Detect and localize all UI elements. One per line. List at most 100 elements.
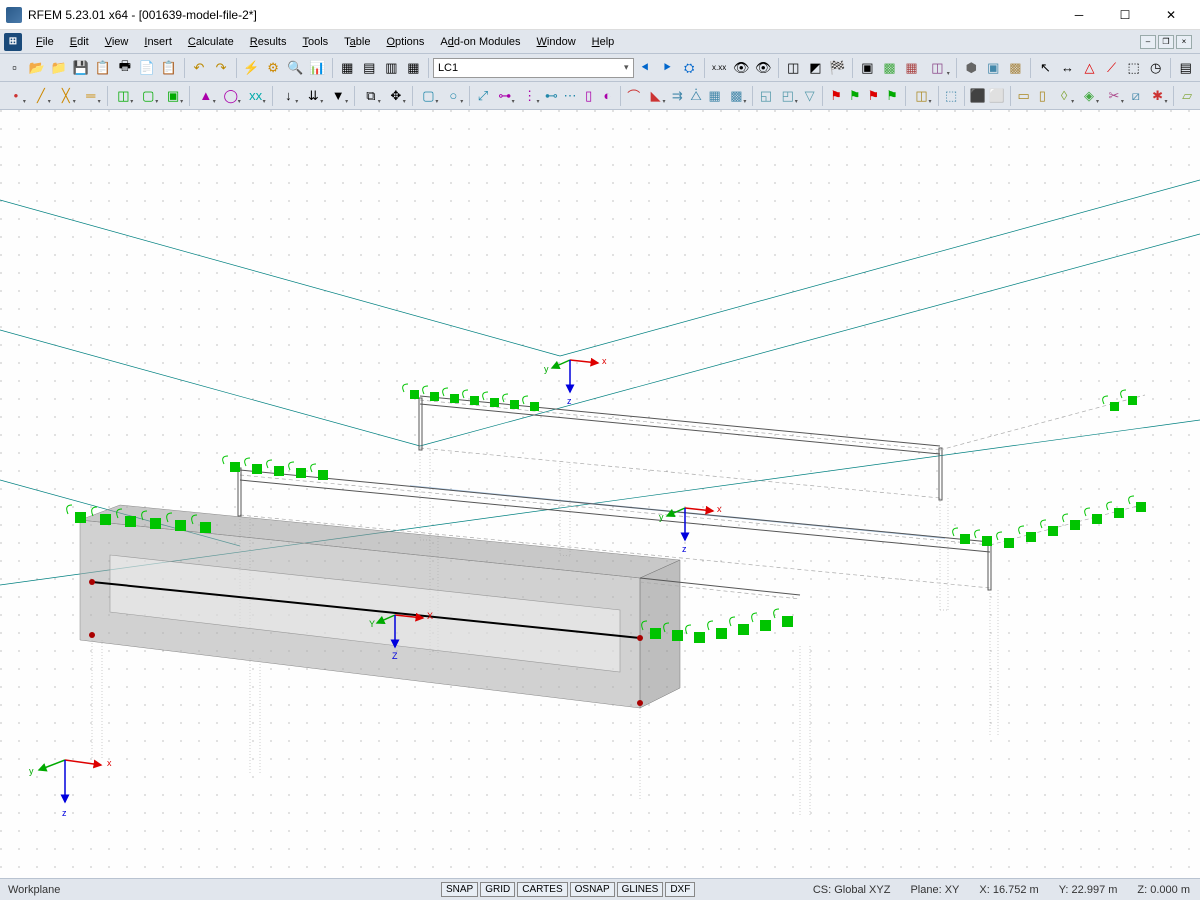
opening-tool-icon[interactable]: ▢	[136, 85, 160, 107]
mesh-icon[interactable]: ◫	[783, 57, 804, 79]
view-front-icon[interactable]: ▭	[1015, 85, 1033, 107]
redo-icon[interactable]: ↷	[211, 57, 232, 79]
section-icon[interactable]: ⧄	[1127, 85, 1145, 107]
opening-icon[interactable]: ◫	[923, 57, 952, 79]
menu-file[interactable]: File	[28, 33, 62, 51]
toggle-cartes[interactable]: CARTES	[517, 882, 567, 897]
module-concrete-icon[interactable]: ▣	[983, 57, 1004, 79]
show-deform-icon[interactable]: 👁	[753, 57, 774, 79]
connect-icon[interactable]: ⊶	[493, 85, 517, 107]
view-xxx-icon[interactable]: x.xx	[709, 57, 730, 79]
filter-icon[interactable]: ▽	[801, 85, 819, 107]
view-side-icon[interactable]: ▯	[1034, 85, 1052, 107]
undo-icon[interactable]: ↶	[188, 57, 209, 79]
module-steel-icon[interactable]: ⬢	[961, 57, 982, 79]
surfaces-icon[interactable]: ▩	[879, 57, 900, 79]
select-icon[interactable]: ⬚	[1123, 57, 1144, 79]
load-case-combo[interactable]: LC1	[433, 58, 634, 78]
results-icon[interactable]: 📊	[307, 57, 328, 79]
toggle-snap[interactable]: SNAP	[441, 882, 478, 897]
divide-icon[interactable]: ⋮	[518, 85, 542, 107]
toggle-glines[interactable]: GLINES	[617, 882, 664, 897]
members-icon[interactable]: ▣	[857, 57, 878, 79]
mdi-restore-button[interactable]: ❐	[1158, 35, 1174, 49]
display-icon[interactable]: ◫	[910, 85, 934, 107]
finish-icon[interactable]: 🏁	[827, 57, 848, 79]
menu-help[interactable]: Help	[584, 33, 623, 51]
open-related-icon[interactable]: 📁	[48, 57, 69, 79]
orbit-icon[interactable]: ◷	[1145, 57, 1166, 79]
workplane-icon[interactable]: ▱	[1178, 85, 1196, 107]
nodal-load-icon[interactable]: ↓	[276, 85, 300, 107]
minimize-button[interactable]: ─	[1056, 0, 1102, 30]
cascade-icon[interactable]: ▦	[337, 57, 358, 79]
module-timber-icon[interactable]: ▩	[1005, 57, 1026, 79]
next-lc-icon[interactable]: ⯈	[657, 57, 678, 79]
mdi-minimize-button[interactable]: –	[1140, 35, 1156, 49]
save-icon[interactable]: 💾	[70, 57, 91, 79]
table-icon[interactable]: ▦	[403, 57, 424, 79]
menu-addon[interactable]: Add-on Modules	[432, 33, 528, 51]
isolate-icon[interactable]: ◰	[776, 85, 800, 107]
view-3d-icon[interactable]: ◈	[1077, 85, 1101, 107]
release-icon[interactable]: xx	[244, 85, 268, 107]
extrude-icon[interactable]: ▯	[580, 85, 598, 107]
box-tool-icon[interactable]: ▢	[417, 85, 441, 107]
lc-settings-icon[interactable]: ⛭	[679, 57, 700, 79]
menu-view[interactable]: View	[97, 33, 137, 51]
extend-icon[interactable]: ⤢	[474, 85, 492, 107]
move-tool-icon[interactable]: ✥	[384, 85, 408, 107]
member-icon[interactable]: ═	[79, 85, 103, 107]
flag-green-icon[interactable]: ⚑	[846, 85, 864, 107]
flag-orange-icon[interactable]: ⚑	[883, 85, 901, 107]
save-as-icon[interactable]: 📋	[92, 57, 113, 79]
clip-icon[interactable]: ✂	[1102, 85, 1126, 107]
menu-window[interactable]: Window	[529, 33, 584, 51]
offset-icon[interactable]: ⇉	[669, 85, 687, 107]
print-preview-icon[interactable]: 📄	[136, 57, 157, 79]
dimension-icon[interactable]: ↔	[1057, 57, 1078, 79]
cs-tool-icon[interactable]: ✱	[1146, 85, 1170, 107]
copy-icon[interactable]: 📋	[158, 57, 179, 79]
menu-options[interactable]: Options	[378, 33, 432, 51]
menu-edit[interactable]: Edit	[62, 33, 97, 51]
menu-table[interactable]: Table	[336, 33, 378, 51]
fe-mesh-icon[interactable]: ◩	[805, 57, 826, 79]
menu-tools[interactable]: Tools	[294, 33, 336, 51]
solids-icon[interactable]: ▦	[901, 57, 922, 79]
pointer-icon[interactable]: ↖	[1035, 57, 1056, 79]
area-load-icon[interactable]: ▼	[326, 85, 350, 107]
chamfer-icon[interactable]: ◣	[644, 85, 668, 107]
split-icon[interactable]: ⋯	[561, 85, 579, 107]
revolve-icon[interactable]: ◐	[599, 85, 617, 107]
menu-calculate[interactable]: Calculate	[180, 33, 242, 51]
menu-insert[interactable]: Insert	[136, 33, 180, 51]
viewport-3d[interactable]: x y z x y z X Y Z x y z	[0, 110, 1200, 878]
mdi-close-button[interactable]: ×	[1176, 35, 1192, 49]
view-top-icon[interactable]: ◊	[1052, 85, 1076, 107]
flag-blue-icon[interactable]: ⚑	[865, 85, 883, 107]
close-button[interactable]: ✕	[1148, 0, 1194, 30]
node-icon[interactable]: •	[4, 85, 28, 107]
surface-tool-icon[interactable]: ◫	[111, 85, 135, 107]
toggle-osnap[interactable]: OSNAP	[570, 882, 615, 897]
print-icon[interactable]: 🖶	[114, 57, 135, 79]
solid-tool-icon[interactable]: ▣	[161, 85, 185, 107]
mirror-tool-icon[interactable]: ⧊	[687, 85, 705, 107]
fillet-icon[interactable]: ⌒	[625, 85, 643, 107]
check-icon[interactable]: ⚡	[241, 57, 262, 79]
zoom-extents-icon[interactable]: ⬚	[942, 85, 960, 107]
project-nav-icon[interactable]: ▤	[1175, 57, 1196, 79]
join-icon[interactable]: ⊷	[543, 85, 561, 107]
cylinder-icon[interactable]: ○	[441, 85, 465, 107]
support-icon[interactable]: ▲	[194, 85, 218, 107]
hinge-icon[interactable]: ◯	[219, 85, 243, 107]
hide-icon[interactable]: ◱	[757, 85, 775, 107]
copy-tool-icon[interactable]: ⧉	[359, 85, 383, 107]
line-load-icon[interactable]: ⇊	[301, 85, 325, 107]
angle-icon[interactable]: △	[1079, 57, 1100, 79]
tile-icon[interactable]: ▤	[359, 57, 380, 79]
new-file-icon[interactable]: ▫	[4, 57, 25, 79]
pattern-icon[interactable]: ▩	[725, 85, 749, 107]
open-icon[interactable]: 📂	[26, 57, 47, 79]
